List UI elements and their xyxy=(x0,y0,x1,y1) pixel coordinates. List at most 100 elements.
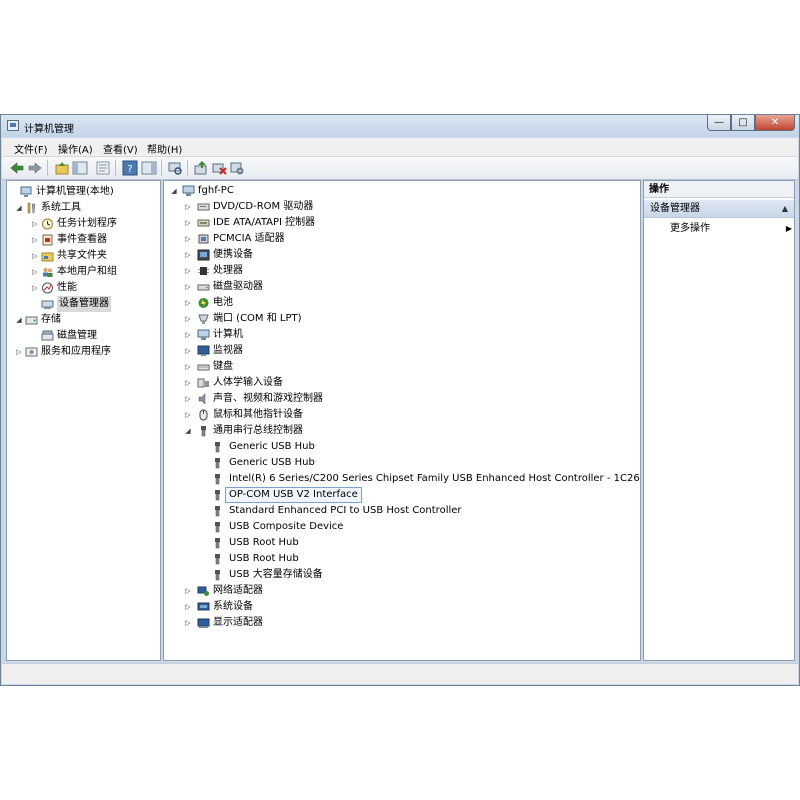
menu-file[interactable]: 文件(F) xyxy=(14,141,48,156)
close-button[interactable]: ✕ xyxy=(755,115,795,131)
device-category[interactable]: ▷ 声音、视频和游戏控制器 xyxy=(164,391,640,407)
network-adapter-icon xyxy=(197,585,210,597)
expand-triangle-icon[interactable]: ▷ xyxy=(184,311,192,327)
console-tree-item[interactable]: 计算机管理(本地) xyxy=(7,184,160,200)
collapse-triangle-icon[interactable]: ◢ xyxy=(184,423,192,439)
expand-triangle-icon[interactable]: ▷ xyxy=(184,247,192,263)
console-tree-item[interactable]: ◢ 系统工具 xyxy=(7,200,160,216)
expand-triangle-icon[interactable]: ▷ xyxy=(31,280,39,296)
device-category[interactable]: ▷ 端口 (COM 和 LPT) xyxy=(164,311,640,327)
device-category[interactable]: ▷ 键盘 xyxy=(164,359,640,375)
menu-action[interactable]: 操作(A) xyxy=(58,141,93,156)
device-category[interactable]: ▷ 鼠标和其他指针设备 xyxy=(164,407,640,423)
back-arrow-icon[interactable] xyxy=(9,160,25,176)
expand-triangle-icon[interactable]: ▷ xyxy=(184,215,192,231)
collapse-triangle-icon[interactable]: ◢ xyxy=(15,312,23,328)
device-category-label: 声音、视频和游戏控制器 xyxy=(213,393,323,404)
device-category[interactable]: ▷ 计算机 xyxy=(164,327,640,343)
expand-triangle-icon[interactable]: ▷ xyxy=(31,248,39,264)
update-driver-icon[interactable] xyxy=(193,160,209,176)
expand-triangle-icon[interactable]: ▷ xyxy=(184,343,192,359)
minimize-button[interactable]: — xyxy=(707,115,731,131)
expand-triangle-icon[interactable]: ▷ xyxy=(184,295,192,311)
usb-device-item[interactable]: USB Composite Device xyxy=(164,519,640,535)
expand-triangle-icon[interactable]: ▷ xyxy=(184,327,192,343)
device-category-label: 系统设备 xyxy=(213,601,253,612)
device-category[interactable]: ▷ 处理器 xyxy=(164,263,640,279)
show-hide-console-tree-icon[interactable] xyxy=(72,160,88,176)
usb-device-item[interactable]: Intel(R) 6 Series/C200 Series Chipset Fa… xyxy=(164,471,640,487)
menu-help[interactable]: 帮助(H) xyxy=(147,141,182,156)
toolbar-separator xyxy=(115,160,116,176)
console-tree-item-label: 任务计划程序 xyxy=(57,218,117,229)
device-category[interactable]: ▷ 监视器 xyxy=(164,343,640,359)
console-tree-item[interactable]: 磁盘管理 xyxy=(7,328,160,344)
device-category[interactable]: ▷ 网络适配器 xyxy=(164,583,640,599)
device-category[interactable]: ▷ DVD/CD-ROM 驱动器 xyxy=(164,199,640,215)
console-tree-item[interactable]: ▷ 本地用户和组 xyxy=(7,264,160,280)
console-tree-item[interactable]: ▷ 服务和应用程序 xyxy=(7,344,160,360)
device-category[interactable]: ▷ 显示适配器 xyxy=(164,615,640,631)
usb-device-item[interactable]: USB Root Hub xyxy=(164,535,640,551)
collapse-triangle-icon[interactable]: ◢ xyxy=(15,200,23,216)
expand-triangle-icon[interactable]: ▷ xyxy=(184,231,192,247)
device-category[interactable]: ▷ 系统设备 xyxy=(164,599,640,615)
status-bar xyxy=(2,663,798,684)
up-folder-icon[interactable] xyxy=(54,160,70,176)
device-category[interactable]: ▷ 电池 xyxy=(164,295,640,311)
forward-arrow-icon[interactable] xyxy=(27,160,43,176)
usb-device-item[interactable]: USB Root Hub xyxy=(164,551,640,567)
expand-triangle-icon[interactable]: ▷ xyxy=(184,615,192,631)
expand-triangle-icon[interactable]: ▷ xyxy=(31,232,39,248)
console-tree-item[interactable]: ▷ 共享文件夹 xyxy=(7,248,160,264)
expand-triangle-icon[interactable]: ▷ xyxy=(184,583,192,599)
device-category[interactable]: ◢ 通用串行总线控制器 xyxy=(164,423,640,439)
uninstall-device-icon[interactable] xyxy=(211,160,227,176)
device-category[interactable]: ▷ PCMCIA 适配器 xyxy=(164,231,640,247)
expand-triangle-icon[interactable]: ▷ xyxy=(31,216,39,232)
device-category[interactable]: ▷ 便携设备 xyxy=(164,247,640,263)
usb-device-item[interactable]: USB 大容量存储设备 xyxy=(164,567,640,583)
device-category[interactable]: ▷ 人体学输入设备 xyxy=(164,375,640,391)
help-icon[interactable]: ? xyxy=(122,160,138,176)
title-bar[interactable]: 计算机管理 — □ ✕ xyxy=(1,115,799,137)
more-actions-item[interactable]: 更多操作 ▶ xyxy=(670,221,792,237)
usb-device-item[interactable]: Generic USB Hub xyxy=(164,439,640,455)
disable-device-icon[interactable] xyxy=(229,160,245,176)
properties-icon[interactable] xyxy=(95,160,111,176)
device-tree-root[interactable]: ◢ fghf-PC xyxy=(164,183,640,199)
console-tree-item-label: 事件查看器 xyxy=(57,234,107,245)
expand-triangle-icon[interactable]: ▷ xyxy=(184,375,192,391)
device-category[interactable]: ▷ IDE ATA/ATAPI 控制器 xyxy=(164,215,640,231)
actions-group-device-manager[interactable]: 设备管理器 ▲ xyxy=(644,200,794,218)
expand-triangle-icon[interactable]: ▷ xyxy=(184,199,192,215)
usb-device-item[interactable]: OP-COM USB V2 Interface xyxy=(164,487,640,503)
console-tree-item[interactable]: 设备管理器 xyxy=(7,296,160,312)
expand-triangle-icon[interactable]: ▷ xyxy=(184,359,192,375)
expand-triangle-icon[interactable]: ▷ xyxy=(15,344,23,360)
device-category-label: 监视器 xyxy=(213,345,243,356)
console-tree-pane[interactable]: 计算机管理(本地) ◢ 系统工具 ▷ 任务计划程序 ▷ 事件查看器 ▷ 共享文件夹 ▷ 本地用户和组… xyxy=(6,180,161,661)
usb-device-item[interactable]: Generic USB Hub xyxy=(164,455,640,471)
console-tree-item[interactable]: ▷ 性能 xyxy=(7,280,160,296)
expand-triangle-icon[interactable]: ▷ xyxy=(31,264,39,280)
expand-triangle-icon[interactable]: ▷ xyxy=(184,599,192,615)
expand-triangle-icon[interactable]: ▷ xyxy=(184,263,192,279)
console-tree-item[interactable]: ◢ 存储 xyxy=(7,312,160,328)
expand-triangle-icon[interactable]: ▷ xyxy=(184,279,192,295)
computer-management-icon xyxy=(20,186,33,198)
usb-device-item[interactable]: Standard Enhanced PCI to USB Host Contro… xyxy=(164,503,640,519)
expand-triangle-icon[interactable]: ▷ xyxy=(184,407,192,423)
collapse-up-icon[interactable]: ▲ xyxy=(782,200,788,218)
console-tree-item[interactable]: ▷ 任务计划程序 xyxy=(7,216,160,232)
maximize-button[interactable]: □ xyxy=(731,115,755,131)
expand-triangle-icon[interactable]: ▷ xyxy=(184,391,192,407)
show-action-pane-icon[interactable] xyxy=(141,160,157,176)
scan-hardware-icon[interactable] xyxy=(167,160,183,176)
collapse-triangle-icon[interactable]: ◢ xyxy=(170,183,178,199)
device-category[interactable]: ▷ 磁盘驱动器 xyxy=(164,279,640,295)
menu-view[interactable]: 查看(V) xyxy=(103,141,138,156)
console-tree-item[interactable]: ▷ 事件查看器 xyxy=(7,232,160,248)
shared-folder-icon xyxy=(41,250,54,262)
device-tree-pane[interactable]: ◢ fghf-PC ▷ DVD/CD-ROM 驱动器 ▷ IDE ATA/ATAPI 控制… xyxy=(163,180,641,661)
